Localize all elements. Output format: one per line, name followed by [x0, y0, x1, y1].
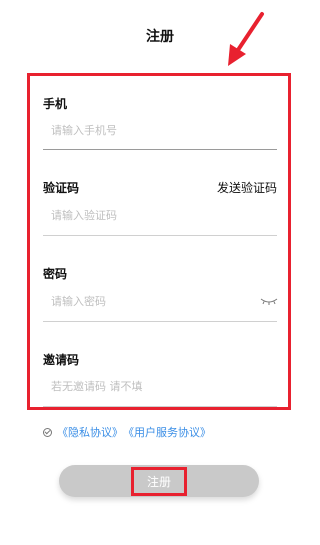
phone-input[interactable] [43, 119, 277, 141]
agreement-row: 《隐私协议》 《用户服务协议》 [43, 424, 211, 440]
password-underline [43, 321, 277, 322]
invite-underline [43, 406, 277, 407]
service-agreement-link[interactable]: 《用户服务协议》 [123, 424, 211, 440]
agree-check-icon[interactable] [43, 427, 52, 437]
invite-label: 邀请码 [43, 353, 80, 367]
eye-closed-icon[interactable] [259, 296, 279, 306]
register-button[interactable]: 注册 [59, 465, 259, 497]
code-label: 验证码 [43, 181, 80, 195]
phone-underline [43, 149, 277, 150]
annotation-arrow-icon [228, 12, 264, 66]
send-code-button[interactable]: 发送验证码 [217, 179, 277, 196]
register-button-label: 注册 [130, 466, 187, 496]
privacy-link[interactable]: 《隐私协议》 [57, 424, 123, 440]
phone-label: 手机 [43, 97, 68, 111]
password-label: 密码 [43, 267, 68, 281]
code-underline [43, 235, 277, 236]
password-input[interactable] [43, 290, 277, 312]
page-title: 注册 [146, 29, 174, 45]
invite-input[interactable] [43, 375, 277, 397]
code-input[interactable] [43, 204, 277, 226]
